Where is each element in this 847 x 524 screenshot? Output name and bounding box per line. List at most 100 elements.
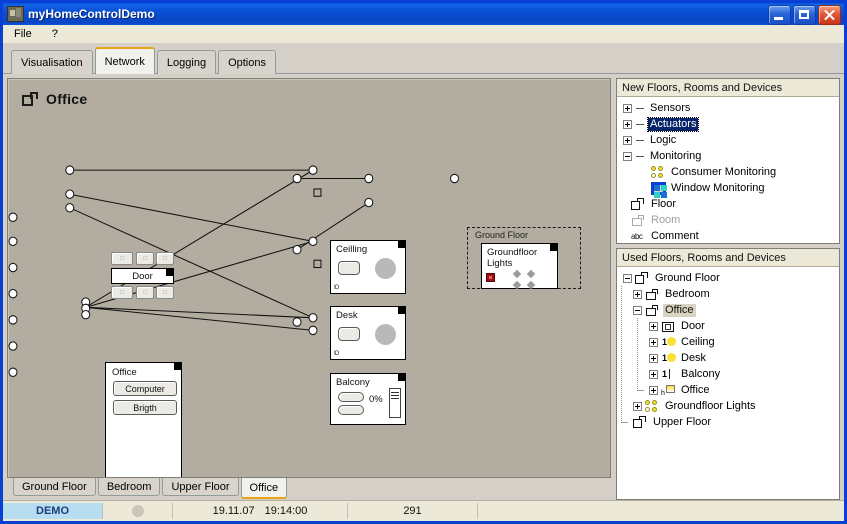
close-button[interactable] [818,5,841,25]
balcony-blind-slider[interactable] [389,388,401,418]
tab-visualisation[interactable]: Visualisation [11,50,93,74]
tree-item-bedroom[interactable]: Bedroom [617,286,839,302]
tree-item-upper-floor[interactable]: Upper Floor [617,414,839,430]
groundfloor-lights-label-line1: Groundfloor [487,247,538,258]
tree-item-desk[interactable]: 1 Desk [617,350,839,366]
door-top-button-3[interactable]: □ [156,252,174,265]
room-icon [645,304,660,317]
door-bottom-button-3[interactable]: □ [156,286,174,299]
expand-plus-icon[interactable] [649,321,658,331]
tree-item-groundfloor-lights[interactable]: Groundfloor Lights [617,398,839,414]
tree-item-consumer-monitoring[interactable]: Consumer Monitoring [617,164,839,180]
door-top-button-1[interactable]: □ [111,252,133,265]
tree-item-label: Actuators [646,116,700,132]
window-title: myHomeControlDemo [28,7,155,21]
tree-item-office-dimmer[interactable]: h Office [617,382,839,398]
tree-guide [633,318,649,334]
office-computer-button[interactable]: Computer [113,381,177,396]
expand-plus-icon[interactable] [649,385,658,395]
expand-minus-icon[interactable] [633,305,642,315]
tree-item-label: Floor [651,197,677,210]
abc-comment-icon: abc [631,231,643,241]
bottom-tab-office[interactable]: Office [240,478,288,499]
used-items-panel: Used Floors, Rooms and Devices Ground Fl… [616,248,840,500]
expand-minus-icon[interactable] [623,273,632,283]
tree-item-floor[interactable]: Floor [617,196,839,212]
expand-plus-icon[interactable] [623,103,632,113]
canvas-column: Office □ □ □ Door □ □ □ Office Computer … [7,78,611,500]
tree-item-label: Monitoring [650,149,702,162]
balcony-down-button[interactable] [338,405,364,415]
groundfloor-lights-node[interactable]: Groundfloor Lights [481,243,558,290]
maximize-button[interactable] [793,5,816,25]
tree-item-logic[interactable]: Logic [617,132,839,148]
tree-item-ground-floor[interactable]: Ground Floor [617,270,839,286]
bottom-tab-bedroom[interactable]: Bedroom [97,478,161,496]
ceiling-node[interactable]: Ceilling IO [330,240,406,294]
balcony-node-label: Balcony [336,377,370,388]
desk-switch-button[interactable] [338,327,360,341]
tab-logging[interactable]: Logging [156,50,217,74]
menu-item-help[interactable]: ? [49,27,61,41]
door-bottom-button-2[interactable]: □ [136,286,154,299]
room-icon [645,288,660,301]
lamp-icon: 1 [661,352,676,365]
tree-guide [617,382,633,398]
expand-minus-icon[interactable] [623,151,632,161]
tree-item-ceiling[interactable]: 1 Ceiling [617,334,839,350]
floor-icon [635,271,650,285]
expand-plus-icon[interactable] [633,401,642,411]
door-node[interactable]: Door [111,268,174,284]
lights-icon [645,399,660,413]
tree-item-label: Balcony [681,367,721,380]
device-count-badge: h [661,389,665,397]
office-node[interactable]: Office Computer Brigth [105,362,182,477]
minimize-button[interactable] [768,5,791,25]
node-corner-handle [550,244,557,251]
expand-plus-icon[interactable] [649,337,658,347]
balcony-up-button[interactable] [338,392,364,402]
balcony-node[interactable]: Balcony 0% [330,373,406,425]
tree-item-sensors[interactable]: Sensors [617,100,839,116]
door-bottom-button-1[interactable]: □ [111,286,133,299]
tree-item-label: Door [681,319,705,332]
office-brightness-button[interactable]: Brigth [113,400,177,415]
network-canvas[interactable]: Office □ □ □ Door □ □ □ Office Computer … [7,78,611,478]
tree-item-window-monitoring[interactable]: Window Monitoring [617,180,839,198]
groundfloor-lights-label-line2: Lights [487,258,513,269]
window-monitoring-icon [651,181,667,198]
expand-plus-icon[interactable] [633,289,642,299]
tree-item-room: Room [617,212,839,228]
new-items-tree[interactable]: Sensors Actuators Logic Monitoring Consu… [617,97,839,243]
desk-node[interactable]: Desk IO [330,306,406,360]
tree-item-office[interactable]: Office [617,302,839,318]
expand-plus-icon[interactable] [649,369,658,379]
expand-plus-icon[interactable] [623,119,632,129]
desk-node-label: Desk [336,310,358,321]
tree-item-label: Bedroom [665,287,710,300]
menu-item-file[interactable]: File [11,27,35,41]
tree-item-label: Comment [651,229,699,242]
tree-guide [633,350,649,366]
tree-guide [617,350,633,366]
ceiling-switch-button[interactable] [338,261,360,275]
node-corner-handle [398,374,405,381]
tree-item-monitoring[interactable]: Monitoring [617,148,839,164]
bottom-tab-ground-floor[interactable]: Ground Floor [13,478,96,496]
status-filler [478,503,844,519]
floor-tab-strip: Ground Floor Bedroom Upper Floor Office [7,478,611,500]
tree-item-actuators[interactable]: Actuators [617,116,839,132]
ceiling-node-label: Ceilling [336,244,368,255]
blind-icon: 1 [661,368,676,381]
tab-options[interactable]: Options [218,50,276,74]
tree-item-door[interactable]: Door [617,318,839,334]
bottom-tab-upper-floor[interactable]: Upper Floor [162,478,239,496]
expand-plus-icon[interactable] [649,353,658,363]
tree-item-comment[interactable]: abc Comment [617,228,839,243]
tree-guide [617,286,633,302]
tab-network[interactable]: Network [94,47,155,74]
tree-item-balcony[interactable]: 1 Balcony [617,366,839,382]
door-top-button-2[interactable]: □ [136,252,154,265]
expand-plus-icon[interactable] [623,135,632,145]
used-items-tree[interactable]: Ground Floor Bedroom Office Door 1 Ceili… [617,267,839,499]
